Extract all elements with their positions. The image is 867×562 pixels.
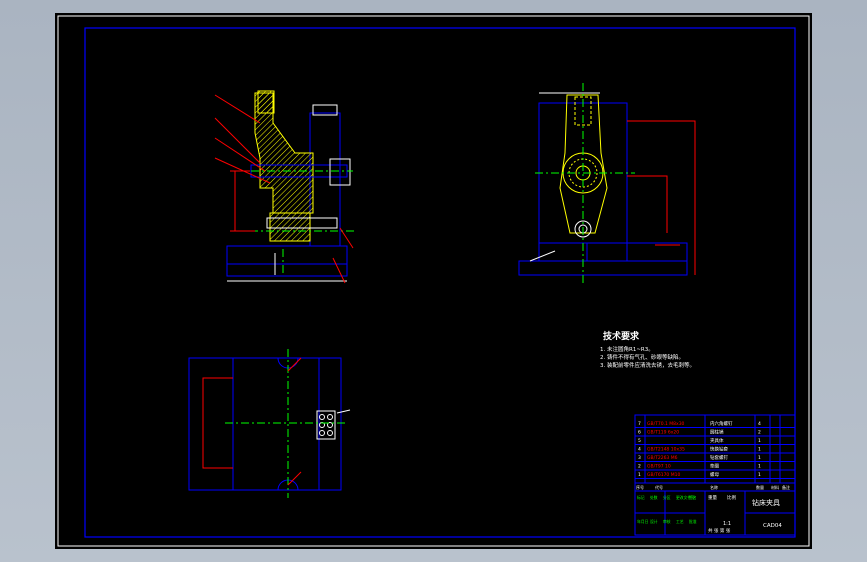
title-block-cell: 审核 [663, 519, 671, 524]
parts-cell-name: 内六角螺钉 [710, 420, 733, 427]
parts-cell-qty: 1 [758, 472, 761, 478]
tech-requirements-heading: 技术要求 [603, 330, 640, 342]
parts-cell-idx: 6 [638, 430, 641, 436]
parts-cell-qty: 1 [758, 447, 761, 453]
front-section-view[interactable] [214, 90, 355, 284]
parts-header-cell: 序号 [636, 484, 644, 490]
title-block-cell: 年月日 [637, 519, 649, 524]
parts-cell-code: GB/T97 10 [647, 464, 671, 470]
parts-cell-idx: 3 [638, 455, 641, 461]
parts-cell-qty: 1 [758, 455, 761, 461]
weight-label: 重量 [708, 494, 717, 501]
title-block-cell: 签名 [689, 495, 697, 500]
parts-cell-code: GB/T2148 10x35 [647, 447, 685, 453]
scale-label: 比例 [727, 494, 736, 501]
parts-cell-qty: 4 [758, 421, 761, 427]
title-block-cell: 标记 [637, 495, 645, 500]
parts-cell-idx: 1 [638, 472, 641, 478]
top-view[interactable] [188, 349, 351, 498]
parts-cell-name: 钻套螺钉 [710, 454, 728, 461]
title-block-cell: 设计 [650, 519, 658, 524]
drawing-code: CAD04 [763, 523, 782, 529]
title-block-cell: 工艺 [676, 519, 684, 524]
sheet-label: 共 张 第 张 [708, 527, 731, 534]
parts-cell-idx: 2 [638, 464, 641, 470]
parts-cell-qty: 1 [758, 464, 761, 470]
title-block[interactable]: 7 GB/T70.1 M8x30 内六角螺钉 4 6 GB/T119 6x20 圆柱销 2 5 夹… [634, 414, 796, 536]
title-block-cell: 分区 [663, 495, 671, 500]
cad-viewport: 7 GB/T70.1 M8x30 内六角螺钉 4 6 GB/T119 6x20 圆柱销 2 5 夹… [0, 0, 867, 562]
parts-cell-qty: 1 [758, 438, 761, 444]
drawing-frame [84, 27, 796, 538]
parts-cell-idx: 4 [638, 447, 641, 453]
parts-header-cell: 材料 [771, 484, 779, 490]
parts-cell-name: 垫圈 [710, 463, 719, 470]
scale-value: 1:1 [723, 521, 731, 527]
parts-cell-code: GB/T119 6x20 [647, 430, 679, 436]
title-block-cell: 处数 [650, 495, 658, 500]
parts-cell-code: GB/T70.1 M8x30 [647, 421, 685, 427]
parts-header-cell: 名称 [710, 484, 718, 490]
parts-cell-name: 螺母 [710, 471, 719, 478]
tech-requirement-line: 2. 铸件不得有气孔、砂眼等缺陷。 [600, 353, 684, 361]
parts-header-cell: 代号 [655, 484, 663, 490]
parts-cell-idx: 7 [638, 421, 641, 427]
parts-cell-code: GB/T6170 M10 [647, 472, 680, 478]
tech-requirement-line: 3. 装配前零件应清洗去锈，去毛刺等。 [600, 361, 695, 369]
sheet-border [57, 15, 810, 547]
drawing-name: 钻床夹具 [752, 498, 780, 507]
parts-cell-idx: 5 [638, 438, 641, 444]
parts-cell-name: 夹具体 [710, 437, 724, 444]
tech-requirement-line: 1. 未注圆角R1~R3。 [600, 345, 654, 353]
parts-header-cell: 数量 [756, 484, 764, 490]
parts-header-cell: 备注 [782, 484, 790, 490]
drawing-canvas[interactable]: 7 GB/T70.1 M8x30 内六角螺钉 4 6 GB/T119 6x20 圆柱销 2 5 夹… [55, 13, 812, 549]
parts-cell-qty: 2 [758, 430, 761, 436]
title-block-cell: 批准 [689, 519, 697, 524]
parts-cell-code: GB/T2263 M6 [647, 455, 678, 461]
side-view[interactable] [518, 83, 696, 283]
parts-cell-name: 快换钻套 [710, 446, 728, 453]
drawing-svg: 7 GB/T70.1 M8x30 内六角螺钉 4 6 GB/T119 6x20 圆柱销 2 5 夹… [57, 15, 810, 547]
parts-cell-name: 圆柱销 [710, 429, 724, 436]
